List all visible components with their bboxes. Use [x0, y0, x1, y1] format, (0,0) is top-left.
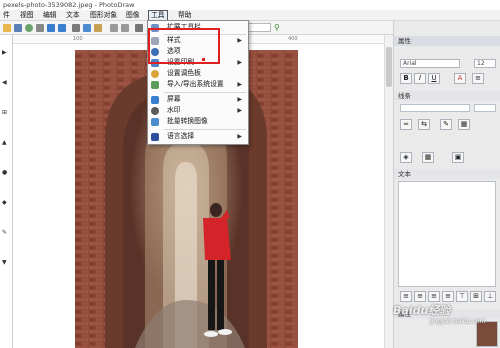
- menu-item-label: 设置调色板: [167, 69, 201, 77]
- menu-item-label: 屏幕: [167, 95, 181, 103]
- menu-item-language[interactable]: 语言选择 ▶: [148, 131, 248, 142]
- menu-bar: 件 视图 编辑 文本 图形对象 图像 工具 帮助: [0, 10, 500, 21]
- copy-icon[interactable]: [83, 24, 91, 32]
- tool-icon[interactable]: ◆: [2, 199, 7, 206]
- menu-item-label: 导入/导出系统设置: [167, 80, 224, 88]
- ruler-label: 400: [288, 36, 298, 42]
- highlight-dot: [202, 58, 205, 61]
- pattern-button[interactable]: ▦: [422, 152, 434, 163]
- justify-button[interactable]: ≡: [442, 291, 454, 302]
- submenu-arrow-icon: ▶: [237, 37, 242, 44]
- screen-icon: [151, 96, 159, 104]
- cut-icon[interactable]: [72, 24, 80, 32]
- menu-item-label: 语言选择: [167, 132, 195, 140]
- crop-icon[interactable]: [135, 24, 143, 32]
- refresh-icon[interactable]: [25, 24, 33, 32]
- font-name-select[interactable]: Arial: [400, 59, 460, 68]
- text-top-button[interactable]: ⊤: [456, 291, 468, 302]
- font-size-select[interactable]: 12: [474, 59, 496, 68]
- menu-item-palette-setup[interactable]: 设置调色板: [148, 68, 248, 79]
- menu-graphic-objects[interactable]: 图形对象: [88, 10, 119, 21]
- baidu-watermark: Baidu经验: [393, 304, 451, 317]
- print-icon[interactable]: [36, 24, 44, 32]
- tool-icon[interactable]: ⊞: [2, 109, 7, 116]
- save-icon[interactable]: [14, 24, 22, 32]
- image-button[interactable]: ▣: [452, 152, 464, 163]
- redo-icon[interactable]: [121, 24, 129, 32]
- tool-icon[interactable]: ▶: [2, 49, 7, 56]
- batch-convert-icon: [151, 118, 159, 126]
- tool-icon[interactable]: ◀: [2, 79, 7, 86]
- menu-item-batch-convert[interactable]: 批量转换图像: [148, 116, 248, 127]
- align-button[interactable]: ≡: [472, 73, 484, 84]
- vertical-scrollbar[interactable]: [384, 35, 393, 348]
- menu-file[interactable]: 件: [1, 10, 12, 21]
- menu-view[interactable]: 视图: [18, 10, 36, 21]
- menu-item-watermark[interactable]: 水印 ▶: [148, 105, 248, 116]
- watermark-icon: [151, 107, 159, 115]
- section-text-header: 文本: [394, 169, 500, 179]
- submenu-arrow-icon: ▶: [237, 81, 242, 88]
- text-edit-area[interactable]: [398, 181, 496, 287]
- tool-icon[interactable]: ▼: [2, 259, 7, 266]
- italic-button[interactable]: I: [414, 73, 426, 84]
- text-bottom-button[interactable]: ⊥: [484, 291, 496, 302]
- menu-image[interactable]: 图像: [124, 10, 142, 21]
- text-middle-button[interactable]: ⊞: [470, 291, 482, 302]
- line-width-select[interactable]: [474, 104, 496, 112]
- paste-icon[interactable]: [94, 24, 102, 32]
- magnifier-icon[interactable]: ⚲: [274, 23, 280, 32]
- underline-button[interactable]: U: [428, 73, 440, 84]
- window-title: pexels-photo-3539082.jpeg - PhotoDraw: [0, 0, 500, 10]
- scroll-thumb[interactable]: [386, 47, 392, 87]
- left-tool-strip: ▶ ◀ ⊞ ▲ ● ◆ ✎ ▼: [0, 35, 13, 348]
- open-folder-icon[interactable]: [3, 24, 11, 32]
- submenu-arrow-icon: ▶: [237, 96, 242, 103]
- menu-item-label: 批量转换图像: [167, 117, 208, 125]
- tool-icon[interactable]: ▲: [2, 139, 7, 146]
- ruler-label: 100: [73, 36, 83, 42]
- menu-separator: [164, 129, 246, 130]
- line-style-select[interactable]: [400, 104, 470, 112]
- pen-button[interactable]: ✎: [440, 119, 452, 130]
- submenu-arrow-icon: ▶: [237, 133, 242, 140]
- back-arrow-icon[interactable]: [47, 24, 55, 32]
- menu-item-label: 水印: [167, 106, 181, 114]
- watermark-url: jingyan.baidu.com: [430, 318, 486, 325]
- tool-icon[interactable]: ✎: [2, 229, 7, 236]
- palette-icon: [151, 70, 159, 78]
- bold-button[interactable]: B: [400, 73, 412, 84]
- panel-header: 属性: [394, 36, 500, 46]
- language-icon: [151, 133, 159, 141]
- align-right-button[interactable]: ≡: [428, 291, 440, 302]
- forward-arrow-icon[interactable]: [58, 24, 66, 32]
- line-color-button[interactable]: ═: [400, 119, 412, 130]
- highlight-box: [148, 28, 220, 64]
- grid-button[interactable]: ▦: [458, 119, 470, 130]
- align-left-button[interactable]: ≡: [400, 291, 412, 302]
- undo-icon[interactable]: [110, 24, 118, 32]
- menu-edit[interactable]: 编辑: [41, 10, 59, 21]
- menu-item-import-export[interactable]: 导入/导出系统设置 ▶: [148, 79, 248, 90]
- submenu-arrow-icon: ▶: [237, 107, 242, 114]
- menu-separator: [164, 92, 246, 93]
- fill-bucket-button[interactable]: ◈: [400, 152, 412, 163]
- text-color-button[interactable]: A: [454, 73, 466, 84]
- tool-icon[interactable]: ●: [2, 169, 7, 176]
- arrow-style-button[interactable]: ⇆: [418, 119, 430, 130]
- menu-text[interactable]: 文本: [64, 10, 82, 21]
- properties-panel: 属性 Arial 12 B I U A ≡ 线条 ═ ⇆ ✎ ▦ ◈ ▦ ▣ 文…: [393, 21, 500, 348]
- submenu-arrow-icon: ▶: [237, 59, 242, 66]
- import-export-icon: [151, 81, 159, 89]
- section-line-header: 线条: [394, 91, 500, 101]
- align-center-button[interactable]: ≡: [414, 291, 426, 302]
- menu-item-screen[interactable]: 屏幕 ▶: [148, 94, 248, 105]
